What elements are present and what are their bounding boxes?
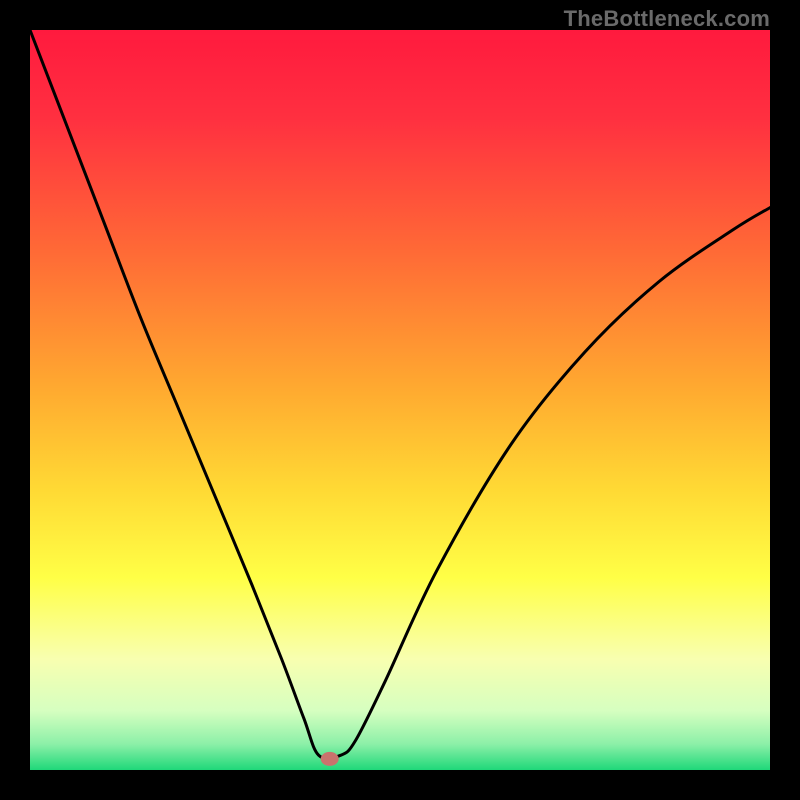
chart-container: TheBottleneck.com [0,0,800,800]
watermark-text: TheBottleneck.com [564,6,770,32]
bottleneck-chart [30,30,770,770]
gradient-background [30,30,770,770]
optimum-marker [321,752,339,766]
plot-area [30,30,770,770]
